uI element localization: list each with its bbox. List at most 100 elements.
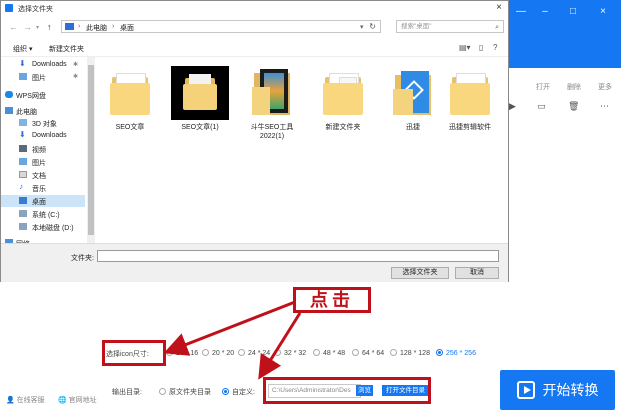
- history-dropdown-icon[interactable]: ▾: [36, 24, 39, 31]
- address-dropdown-icon[interactable]: ▾: [360, 23, 364, 31]
- folder-icon: [65, 23, 74, 30]
- play-icon[interactable]: ▶: [509, 101, 516, 112]
- nav-item-pictures[interactable]: 图片: [1, 156, 85, 168]
- nav-item-drive-c[interactable]: 系统 (C:): [1, 208, 85, 220]
- pin-icon: ✱: [73, 74, 79, 80]
- nav-item-3d-objects[interactable]: 3D 对象: [1, 117, 85, 129]
- drive-icon: [19, 210, 27, 217]
- blue-folder-icon: [387, 67, 439, 119]
- more-icon[interactable]: ⋯: [600, 101, 609, 112]
- folder-icon[interactable]: ▭: [537, 101, 546, 112]
- app-header: — – □ ×: [508, 0, 621, 68]
- organize-menu[interactable]: 组织 ▾: [13, 44, 32, 54]
- cloud-icon: [5, 91, 13, 98]
- breadcrumb-this-pc[interactable]: 此电脑: [86, 23, 107, 33]
- nav-item-videos[interactable]: 视频: [1, 143, 85, 155]
- size-option-32[interactable]: 32 * 32: [274, 349, 306, 357]
- nav-scrollbar[interactable]: [87, 57, 95, 243]
- custom-dir-option[interactable]: 自定义:: [222, 387, 255, 397]
- folder-icon: [104, 67, 156, 119]
- refresh-icon[interactable]: ↻: [369, 22, 376, 31]
- breadcrumb-desktop[interactable]: 桌面: [120, 23, 134, 33]
- radio-icon: [274, 349, 281, 356]
- nav-item-wps-drive[interactable]: WPS网盘: [1, 89, 85, 101]
- size-option-20[interactable]: 20 * 20: [202, 349, 234, 357]
- picture-icon: [19, 158, 27, 165]
- new-folder-button[interactable]: 新建文件夹: [49, 44, 84, 54]
- file-item-seo-tool[interactable]: 斗牛SEO工具2022(1): [239, 63, 305, 145]
- annotation-box-icon-size: [102, 340, 166, 366]
- radio-selected-icon: [436, 349, 443, 356]
- play-icon: [516, 381, 535, 399]
- search-input[interactable]: 搜索"桌面" ⌕: [396, 20, 504, 33]
- file-item-seo-article-1[interactable]: SEO文章(1): [167, 63, 233, 145]
- radio-selected-icon: [222, 388, 229, 395]
- video-icon: [19, 145, 27, 152]
- nav-item-documents[interactable]: 文档: [1, 169, 85, 181]
- maximize-icon[interactable]: □: [566, 6, 580, 17]
- more-label[interactable]: 更多: [598, 82, 612, 92]
- nav-item-pictures-pinned[interactable]: 图片 ✱: [1, 71, 85, 83]
- media-folder-icon: [246, 67, 298, 119]
- dialog-close-icon[interactable]: ×: [496, 2, 502, 13]
- radio-icon: [159, 388, 166, 395]
- folder-icon: [317, 67, 369, 119]
- cancel-button[interactable]: 取消: [455, 267, 499, 279]
- view-options-icon[interactable]: ▤▾: [459, 43, 471, 52]
- file-item-seo-article[interactable]: SEO文章: [97, 63, 163, 145]
- delete-label[interactable]: 删除: [567, 82, 581, 92]
- start-convert-button[interactable]: 开始转换: [500, 370, 615, 410]
- nav-item-downloads[interactable]: ⬇ Downloads: [1, 130, 85, 142]
- nav-item-drive-d[interactable]: 本地磁盘 (D:): [1, 221, 85, 233]
- file-item-new-folder[interactable]: 新建文件夹: [310, 63, 376, 145]
- navigation-pane: ⬇ Downloads ✱ 图片 ✱ WPS网盘 此电脑 3D 对象 ⬇ Dow…: [1, 57, 88, 243]
- computer-icon: [5, 107, 13, 114]
- picture-icon: [19, 73, 27, 80]
- music-icon: ♪: [19, 182, 23, 191]
- up-arrow-icon[interactable]: ↑: [47, 22, 52, 32]
- dialog-nav-bar: ← → ▾ ↑ › 此电脑 › 桌面 ▾ ↻ 搜索"桌面" ⌕: [1, 18, 508, 36]
- nav-item-desktop[interactable]: 桌面: [1, 195, 85, 207]
- dialog-toolbar: 组织 ▾ 新建文件夹 ▤▾ ▯ ?: [1, 40, 508, 57]
- file-item-xunjie-editor[interactable]: 迅捷剪辑软件: [437, 63, 503, 145]
- folder-name-label: 文件夹:: [71, 255, 94, 262]
- nav-item-downloads-pinned[interactable]: ⬇ Downloads ✱: [1, 59, 85, 71]
- address-bar[interactable]: › 此电脑 › 桌面 ▾ ↻: [61, 20, 381, 33]
- close-icon[interactable]: ×: [596, 6, 610, 17]
- breadcrumb-separator-icon: ›: [112, 23, 115, 30]
- preview-pane-icon[interactable]: ▯: [479, 43, 483, 52]
- size-option-256[interactable]: 256 * 256: [436, 349, 476, 357]
- document-icon: [19, 171, 27, 178]
- nav-item-this-pc[interactable]: 此电脑: [1, 105, 85, 117]
- dark-folder-thumbnail-icon: [171, 66, 229, 120]
- start-convert-label: 开始转换: [542, 382, 599, 398]
- size-option-64[interactable]: 64 * 64: [352, 349, 384, 357]
- scrollbar-thumb[interactable]: [88, 65, 94, 235]
- dialog-titlebar: 选择文件夹 ×: [1, 1, 508, 15]
- website-link[interactable]: 🌐 官网地址: [58, 395, 97, 405]
- radio-icon: [238, 349, 245, 356]
- minimize-icon[interactable]: –: [538, 6, 552, 17]
- annotation-click-label: 点击: [293, 287, 371, 313]
- forward-arrow-icon[interactable]: →: [23, 22, 32, 32]
- trash-icon[interactable]: 🗑: [568, 101, 579, 112]
- app-logo-icon: [5, 4, 13, 12]
- size-option-16[interactable]: 16 * 16: [166, 349, 198, 357]
- select-folder-button[interactable]: 选择文件夹: [391, 267, 449, 279]
- open-label[interactable]: 打开: [536, 82, 550, 92]
- size-option-24[interactable]: 24 * 24: [238, 349, 270, 357]
- size-option-128[interactable]: 128 * 128: [390, 349, 430, 357]
- window-menu-icon[interactable]: —: [514, 6, 528, 17]
- help-icon[interactable]: ?: [493, 43, 497, 52]
- drive-icon: [19, 223, 27, 230]
- nav-item-music[interactable]: ♪ 音乐: [1, 182, 85, 194]
- radio-icon: [352, 349, 359, 356]
- output-dir-label: 输出目录:: [112, 389, 142, 396]
- back-arrow-icon[interactable]: ←: [9, 22, 18, 32]
- original-dir-option[interactable]: 原文件夹目录: [159, 387, 211, 397]
- folder-name-input[interactable]: [97, 250, 499, 262]
- cube-icon: [19, 119, 27, 126]
- radio-icon: [166, 349, 173, 356]
- online-service-link[interactable]: 👤 在线客服: [6, 395, 45, 405]
- size-option-48[interactable]: 48 * 48: [313, 349, 345, 357]
